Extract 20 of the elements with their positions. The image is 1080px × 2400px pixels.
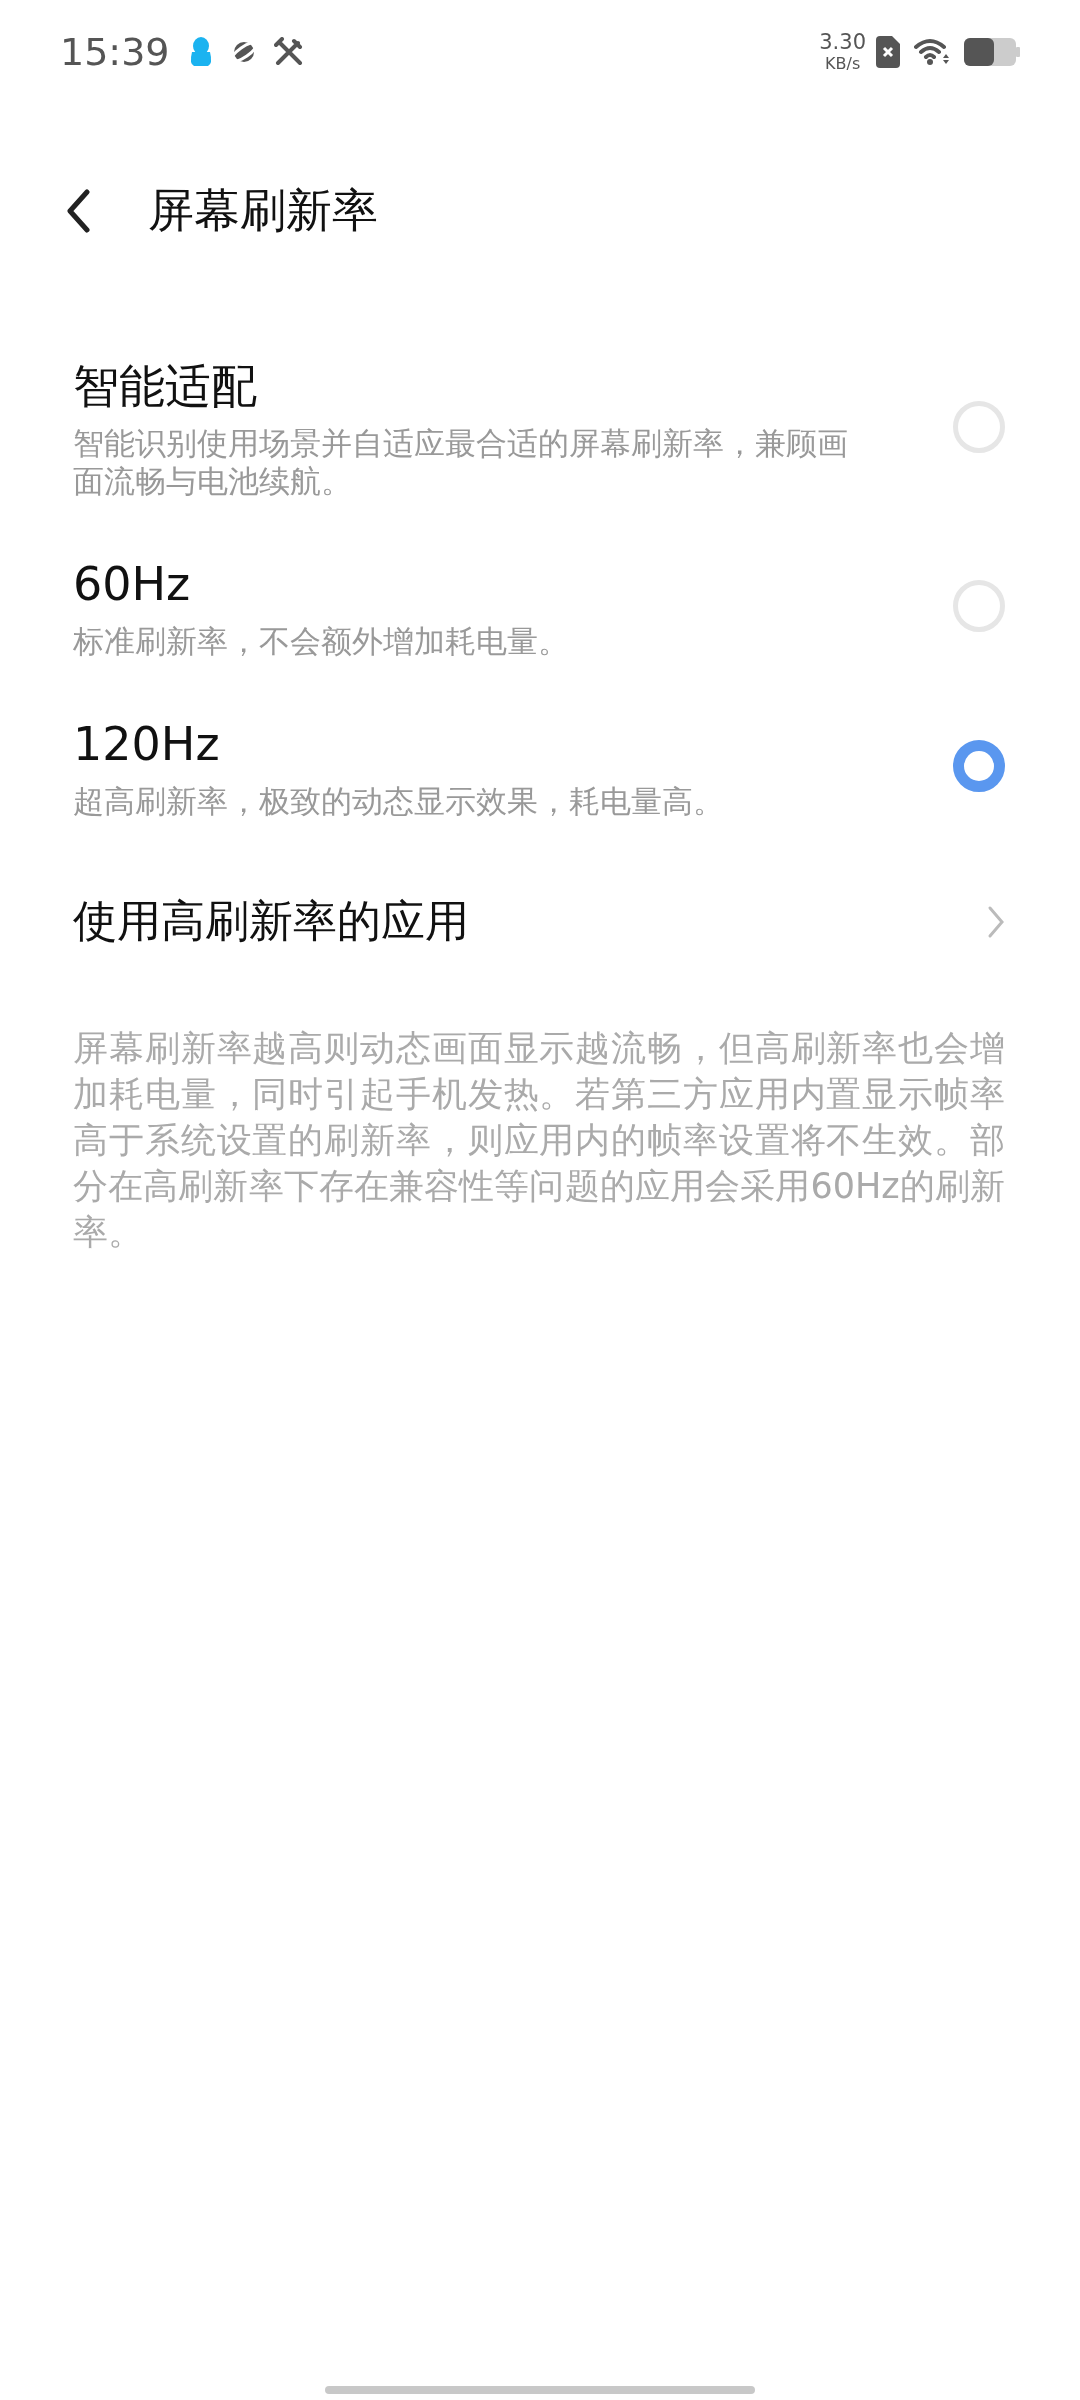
radio-button[interactable] xyxy=(953,740,1005,792)
network-speed-unit: KB/s xyxy=(825,56,861,72)
option-description: 超高刷新率，极致的动态显示效果，耗电量高。 xyxy=(73,782,725,820)
tools-icon xyxy=(273,37,304,67)
page-title: 屏幕刷新率 xyxy=(148,182,378,239)
battery-icon xyxy=(964,38,1020,66)
back-icon[interactable] xyxy=(66,189,90,233)
option-description: 标准刷新率，不会额外增加耗电量。 xyxy=(73,622,570,660)
network-speed-value: 3.30 xyxy=(819,32,866,53)
no-sim-icon xyxy=(876,36,900,68)
info-paragraph: 屏幕刷新率越高则动态画面显示越流畅，但高刷新率也会增加耗电量，同时引起手机发热。若第三方应用内置显示帧率高于系统设置的刷新率，则应用内的帧率设置将不生效。部分在高刷新率下存在兼容性等问题的应用会采用60Hz的刷新率。 xyxy=(72,1027,1006,1254)
home-indicator[interactable] xyxy=(325,2386,755,2394)
status-time: 15:39 xyxy=(60,30,170,74)
chevron-icon xyxy=(987,904,1005,939)
high-refresh-apps-row[interactable]: 使用高刷新率的应用 xyxy=(0,872,1080,971)
option-title: 智能适配 xyxy=(73,358,258,415)
wifi-icon xyxy=(914,38,950,66)
option-description: 智能识别使用场景并自适应最合适的屏幕刷新率，兼顾画面流畅与电池续航。 xyxy=(73,424,849,500)
option-title: 120Hz xyxy=(73,716,221,773)
option-title: 60Hz xyxy=(73,556,192,613)
